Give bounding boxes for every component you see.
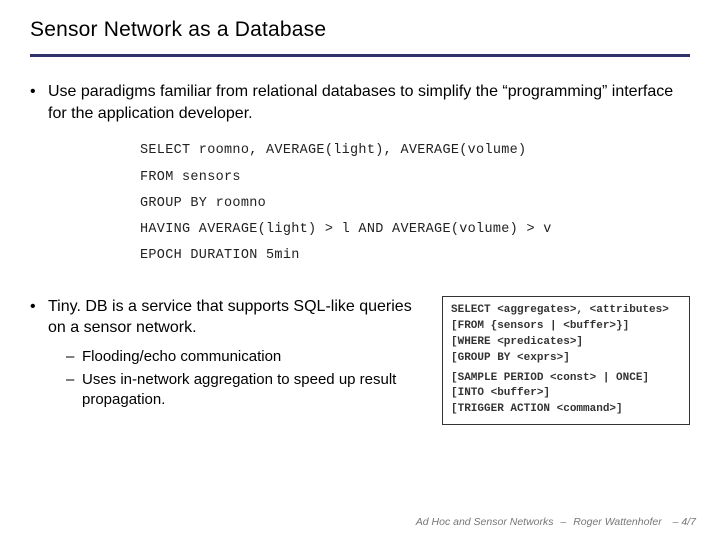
sub-bullet-text: Flooding/echo communication: [82, 347, 430, 367]
syntax-line: [GROUP BY <exprs>]: [451, 351, 681, 367]
sql-example-block: SELECT roomno, AVERAGE(light), AVERAGE(v…: [140, 138, 690, 270]
syntax-line: [FROM {sensors | <buffer>}]: [451, 319, 681, 335]
sub-bullet-text: Uses in-network aggregation to speed up …: [82, 370, 430, 411]
sql-line: EPOCH DURATION 5min: [140, 243, 690, 269]
bullet-text: Use paradigms familiar from relational d…: [48, 81, 690, 124]
syntax-line: SELECT <aggregates>, <attributes>: [451, 303, 681, 319]
syntax-line: [SAMPLE PERIOD <const> | ONCE]: [451, 371, 681, 387]
syntax-line: [WHERE <predicates>]: [451, 335, 681, 351]
bullet-text: Tiny. DB is a service that supports SQL-…: [48, 296, 430, 339]
dash-icon: [66, 347, 82, 367]
bullet-dot-icon: [30, 296, 48, 318]
bullet-dot-icon: [30, 81, 48, 103]
sub-bullet-1: Flooding/echo communication: [66, 347, 430, 367]
bullet-item-1: Use paradigms familiar from relational d…: [30, 81, 690, 124]
footer-separator: –: [560, 516, 566, 528]
slide-title: Sensor Network as a Database: [30, 18, 690, 52]
lower-row: Tiny. DB is a service that supports SQL-…: [30, 296, 690, 426]
sql-line: HAVING AVERAGE(light) > l AND AVERAGE(vo…: [140, 217, 690, 243]
footer-author: Roger Wattenhofer: [573, 516, 662, 528]
sql-line: GROUP BY roomno: [140, 191, 690, 217]
lower-left-column: Tiny. DB is a service that supports SQL-…: [30, 296, 430, 411]
slide: Sensor Network as a Database Use paradig…: [0, 0, 720, 540]
sub-bullet-2: Uses in-network aggregation to speed up …: [66, 370, 430, 411]
title-underline: [30, 54, 690, 57]
footer-page: – 4/7: [673, 516, 696, 528]
syntax-line: [INTO <buffer>]: [451, 386, 681, 402]
syntax-line: [TRIGGER ACTION <command>]: [451, 402, 681, 418]
bullet-item-2: Tiny. DB is a service that supports SQL-…: [30, 296, 430, 339]
footer-course: Ad Hoc and Sensor Networks: [416, 516, 554, 528]
sql-line: FROM sensors: [140, 165, 690, 191]
sql-syntax-box: SELECT <aggregates>, <attributes> [FROM …: [442, 296, 690, 426]
sql-line: SELECT roomno, AVERAGE(light), AVERAGE(v…: [140, 138, 690, 164]
dash-icon: [66, 370, 82, 390]
slide-footer: Ad Hoc and Sensor Networks – Roger Watte…: [416, 516, 696, 528]
